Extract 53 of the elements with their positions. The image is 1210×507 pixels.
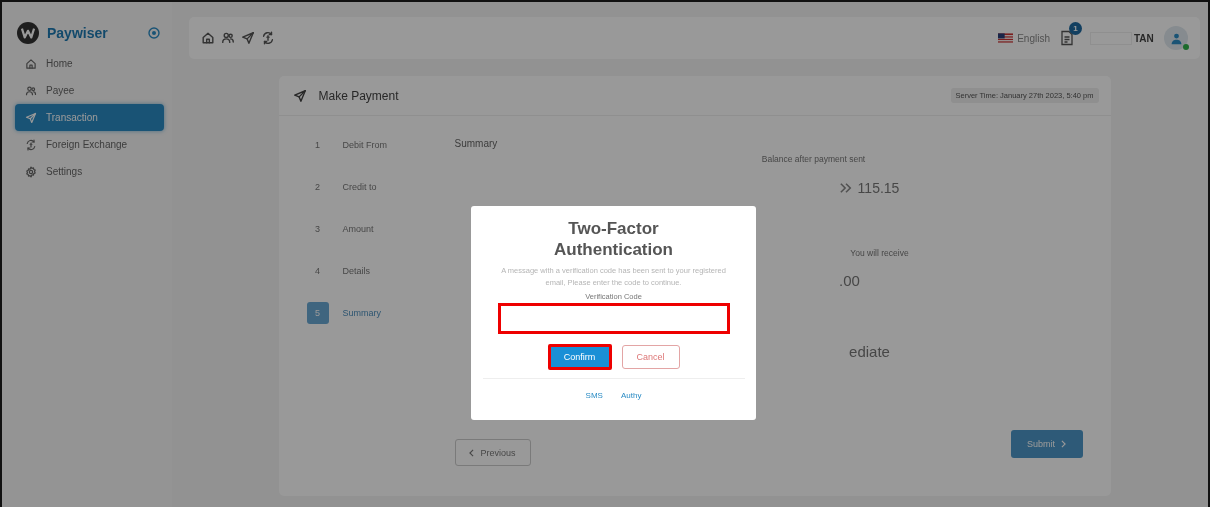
verification-code-field[interactable] bbox=[497, 303, 730, 334]
person-icon bbox=[1169, 31, 1183, 45]
balance-label: Balance after payment sent bbox=[761, 154, 866, 164]
exchange-icon bbox=[25, 138, 37, 151]
chevron-left-icon bbox=[469, 448, 475, 457]
nav-item[interactable]: Foreign Exchange bbox=[15, 131, 164, 158]
confirm-button[interactable]: Confirm bbox=[547, 344, 612, 370]
step-label[interactable]: Debit From bbox=[342, 140, 387, 150]
exchange-icon[interactable] bbox=[261, 31, 275, 45]
step-number: 4 bbox=[314, 265, 321, 278]
step-label[interactable]: Amount bbox=[342, 224, 374, 234]
step-number: 3 bbox=[314, 223, 321, 236]
chevron-right-icon bbox=[1061, 440, 1066, 448]
document-icon[interactable] bbox=[1060, 30, 1074, 46]
card-title: Make Payment bbox=[318, 88, 400, 103]
flag-icon bbox=[998, 33, 1014, 43]
execution-value: ediate bbox=[849, 343, 890, 360]
balance-amount: 115.15 bbox=[857, 180, 900, 196]
nav-item[interactable]: Payee bbox=[15, 77, 164, 104]
receive-amount: .00 bbox=[839, 272, 860, 289]
send-icon[interactable] bbox=[241, 31, 255, 45]
send-icon bbox=[25, 111, 37, 124]
language-selector[interactable]: English bbox=[1017, 32, 1050, 44]
step-label[interactable]: Summary bbox=[342, 308, 381, 318]
step-number: 1 bbox=[314, 139, 321, 152]
method-link[interactable]: Authy bbox=[620, 391, 642, 400]
settings-icon bbox=[25, 165, 37, 178]
cancel-button[interactable]: Cancel bbox=[621, 345, 680, 369]
people-icon[interactable] bbox=[221, 31, 235, 45]
submit-button[interactable]: Submit bbox=[1010, 430, 1083, 458]
notification-badge: 1 bbox=[1069, 22, 1082, 35]
target-icon[interactable] bbox=[148, 27, 160, 39]
user-name: TAN bbox=[1134, 32, 1155, 44]
logo-icon bbox=[17, 22, 39, 44]
nav-item[interactable]: Transaction bbox=[15, 104, 164, 131]
home-icon bbox=[25, 57, 37, 70]
step-number: 2 bbox=[314, 181, 321, 194]
nav-item[interactable]: Settings bbox=[15, 158, 164, 185]
receive-label: You will receive bbox=[850, 248, 909, 258]
home-icon[interactable] bbox=[201, 31, 215, 45]
step-label[interactable]: Details bbox=[342, 266, 370, 276]
send-icon bbox=[292, 88, 307, 103]
brand-name: Paywiser bbox=[47, 25, 109, 41]
step-number: 5 bbox=[306, 302, 329, 324]
double-chevron-icon bbox=[839, 182, 852, 194]
dialog-title: Two-Factor Authentication bbox=[553, 218, 674, 260]
previous-button[interactable]: Previous bbox=[454, 439, 531, 466]
nav-item[interactable]: Home bbox=[15, 50, 164, 77]
people-icon bbox=[25, 84, 37, 97]
avatar[interactable] bbox=[1164, 26, 1188, 50]
method-link[interactable]: SMS bbox=[585, 391, 603, 400]
step-label[interactable]: Credit to bbox=[342, 182, 377, 192]
section-title: Summary bbox=[454, 138, 499, 149]
